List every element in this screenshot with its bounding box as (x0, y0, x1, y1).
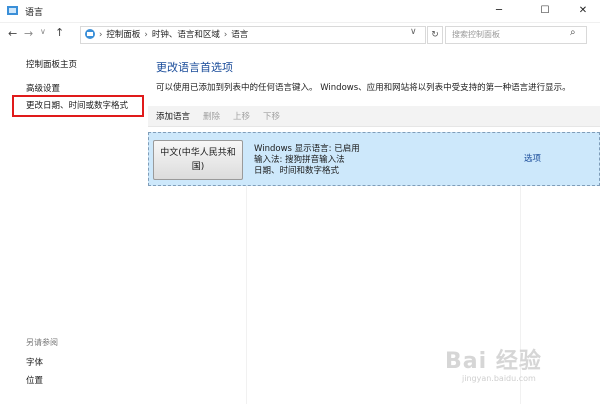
search-placeholder: 搜索控制面板 (452, 30, 500, 39)
address-dropdown-icon[interactable]: ∨ (410, 27, 417, 37)
refresh-button[interactable]: ↻ (427, 26, 443, 44)
highlight-box (12, 95, 144, 117)
window-title: 语言 (25, 8, 44, 18)
add-language-button[interactable]: 添加语言 (156, 110, 190, 122)
recent-pages-icon[interactable]: ∨ (40, 27, 46, 36)
watermark-url: jingyan.baidu.com (462, 374, 536, 383)
search-icon[interactable]: ⌕ (570, 27, 576, 38)
see-also-label: 另请参阅 (26, 338, 58, 347)
options-link[interactable]: 选项 (524, 152, 541, 164)
fonts-link[interactable]: 字体 (26, 356, 43, 368)
maximize-button[interactable]: ☐ (530, 0, 560, 22)
page-description: 可以使用已添加到列表中的任何语言键入。 Windows、应用和网站将以列表中受支… (156, 83, 571, 93)
up-arrow-icon[interactable]: ↑ (55, 26, 64, 39)
control-panel-icon (85, 29, 95, 39)
breadcrumb-language[interactable]: 语言 (231, 30, 248, 40)
close-button[interactable]: ✕ (568, 0, 598, 22)
advanced-settings-link[interactable]: 高级设置 (26, 82, 60, 94)
remove-button[interactable]: 删除 (203, 110, 220, 122)
page-title: 更改语言首选项 (156, 61, 233, 74)
baidu-watermark-logo: Bai 经验 (445, 349, 542, 374)
move-up-button[interactable]: 上移 (233, 110, 250, 122)
language-name-button[interactable]: 中文(中华人民共和国) (153, 140, 243, 180)
forward-arrow-icon[interactable]: → (24, 27, 33, 40)
move-down-button[interactable]: 下移 (263, 110, 280, 122)
format-info: 日期、时间和数字格式 (254, 166, 340, 176)
control-panel-home-link[interactable]: 控制面板主页 (26, 58, 77, 70)
breadcrumb-control-panel[interactable]: 控制面板 (106, 30, 140, 40)
breadcrumb-clock-language-region[interactable]: 时钟、语言和区域 (152, 30, 220, 40)
globe-clock-icon (7, 6, 18, 15)
column-divider (246, 186, 247, 404)
back-arrow-icon[interactable]: ← (8, 27, 17, 40)
minimize-button[interactable]: ─ (484, 0, 514, 22)
location-link[interactable]: 位置 (26, 374, 43, 386)
breadcrumb: › 控制面板 › 时钟、语言和区域 › 语言 (99, 30, 249, 40)
